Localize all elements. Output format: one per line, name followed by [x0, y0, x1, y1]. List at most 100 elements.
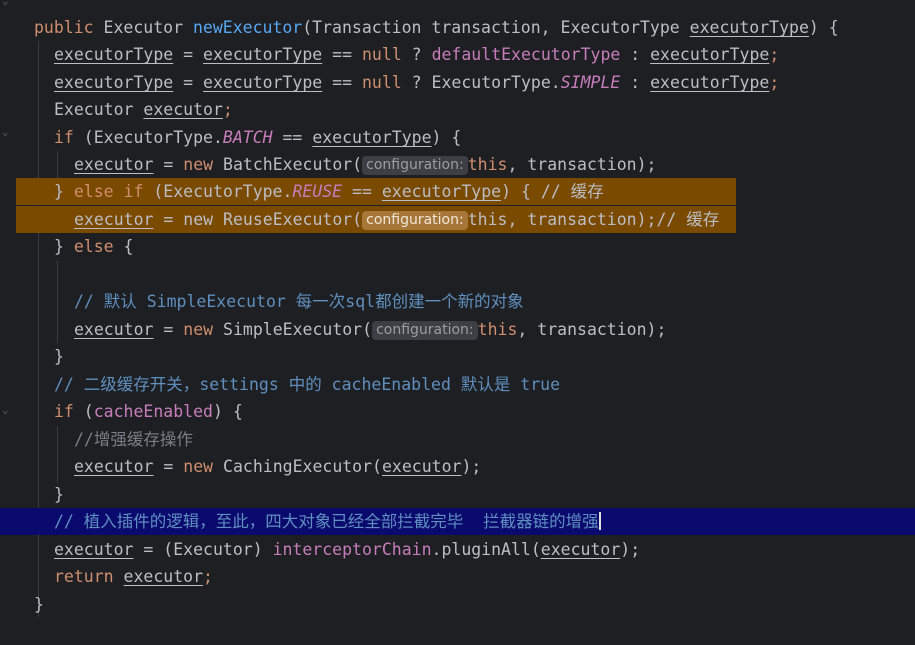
- parameter-hint: configuration:: [362, 211, 468, 230]
- code-text: ) {: [431, 128, 462, 147]
- variable: executorType: [650, 45, 770, 64]
- code-line-highlighted[interactable]: } else if (ExecutorType.REUSE == executo…: [0, 178, 915, 205]
- code-line[interactable]: executor = new BatchExecutor(configurati…: [0, 151, 915, 178]
- comment: 中的: [278, 375, 332, 394]
- keyword: if: [54, 402, 74, 421]
- code-line-highlighted[interactable]: executor = new ReuseExecutor(configurati…: [0, 206, 915, 233]
- comment: // 默认: [74, 292, 147, 311]
- comment: cacheEnabled: [331, 375, 451, 394]
- code-text: );: [620, 540, 641, 559]
- code-text: =: [153, 320, 184, 339]
- punct: ;: [769, 45, 780, 64]
- keyword: this: [477, 320, 518, 339]
- code-text: ==: [322, 45, 362, 64]
- variable: executor: [540, 540, 621, 559]
- text-cursor: [598, 512, 601, 530]
- code-text: .pluginAll(: [431, 540, 541, 559]
- code-line[interactable]: return executor;: [0, 563, 915, 590]
- keyword: new: [183, 320, 214, 339]
- code-line[interactable]: }: [0, 343, 915, 370]
- keyword: null: [362, 73, 402, 92]
- variable: executorType: [54, 73, 174, 92]
- code-text: , transaction);: [507, 210, 657, 229]
- variable: executor: [74, 155, 154, 174]
- comment: //增强缓存操作: [74, 430, 193, 449]
- comment: settings: [199, 375, 279, 394]
- variable: executor: [54, 540, 134, 559]
- code-line[interactable]: } else {: [0, 233, 915, 260]
- code-text: CachingExecutor(: [213, 457, 382, 476]
- code-text: =: [153, 210, 184, 229]
- keyword: if: [54, 128, 74, 147]
- code-line[interactable]: executor = (Executor) interceptorChain.p…: [0, 536, 915, 563]
- enum-constant: REUSE: [292, 182, 343, 201]
- comment: // 缓存: [540, 182, 604, 201]
- code-line[interactable]: executorType = executorType == null ? de…: [0, 41, 915, 68]
- keyword: return: [54, 567, 114, 586]
- keyword: this: [467, 210, 508, 229]
- code-text: ReuseExecutor(: [213, 210, 363, 229]
- keyword: null: [362, 45, 402, 64]
- variable: executor: [143, 100, 223, 119]
- code-text: ==: [342, 182, 382, 201]
- code-text: Executor: [103, 18, 184, 37]
- code-text: }: [54, 237, 74, 256]
- enum-constant: SIMPLE: [560, 73, 621, 92]
- comment: // 二级缓存开关，: [54, 375, 200, 394]
- keyword: else: [73, 237, 114, 256]
- code-text: SimpleExecutor(: [213, 320, 373, 339]
- code-text: , transaction);: [517, 320, 667, 339]
- code-line[interactable]: }: [0, 481, 915, 508]
- code-line[interactable]: executor = new SimpleExecutor(configurat…: [0, 316, 915, 343]
- code-text: (Transaction transaction, ExecutorType: [302, 18, 690, 37]
- code-text: }: [54, 485, 64, 504]
- comment: // 缓存: [656, 210, 720, 229]
- code-line[interactable]: if (cacheEnabled) {: [0, 398, 915, 425]
- comment: 默认是: [450, 375, 521, 394]
- punct: ;: [222, 100, 233, 119]
- code-text: =: [173, 45, 204, 64]
- code-line[interactable]: // 二级缓存开关，settings 中的 cacheEnabled 默认是 t…: [0, 371, 915, 398]
- code-text: ) {: [808, 18, 839, 37]
- code-line[interactable]: executorType = executorType == null ? Ex…: [0, 69, 915, 96]
- variable: executorType: [381, 182, 502, 201]
- code-line[interactable]: // 默认 SimpleExecutor 每一次sql都创建一个新的对象: [0, 288, 915, 315]
- field: interceptorChain: [272, 540, 432, 559]
- code-text: :: [620, 73, 651, 92]
- keyword: new: [183, 210, 214, 229]
- code-text: , transaction);: [507, 155, 657, 174]
- variable: executor: [123, 567, 204, 586]
- code-text: );: [461, 457, 482, 476]
- code-line[interactable]: public Executor newExecutor(Transaction …: [0, 14, 915, 41]
- code-line[interactable]: Executor executor;: [0, 96, 915, 123]
- keyword: else if: [73, 182, 144, 201]
- code-text: =: [173, 73, 204, 92]
- keyword: this: [467, 155, 508, 174]
- code-text: ==: [272, 128, 313, 147]
- variable: executorType: [54, 45, 174, 64]
- variable: executorType: [203, 73, 323, 92]
- field: cacheEnabled: [93, 402, 213, 421]
- parameter: executorType: [689, 18, 809, 37]
- code-text: :: [620, 45, 651, 64]
- fold-marker-icon[interactable]: ⌄: [2, 0, 9, 7]
- variable: executor: [74, 210, 154, 229]
- code-line[interactable]: //增强缓存操作: [0, 426, 915, 453]
- code-line-current[interactable]: // 植入插件的逻辑，至此，四大对象已经全部拦截完毕 拦截器链的增强: [0, 508, 915, 535]
- code-text: ?: [401, 45, 432, 64]
- code-line[interactable]: }: [0, 591, 915, 618]
- code-line[interactable]: executor = new CachingExecutor(executor)…: [0, 453, 915, 480]
- code-text: BatchExecutor(: [213, 155, 363, 174]
- keyword: new: [183, 155, 214, 174]
- punct: ;: [769, 73, 780, 92]
- enum-constant: BATCH: [222, 128, 273, 147]
- code-text: =: [153, 457, 184, 476]
- comment: // 植入插件的逻辑，至此，四大对象已经全部拦截完毕 拦截器链的增强: [54, 512, 599, 531]
- code-line[interactable]: if (ExecutorType.BATCH == executorType) …: [0, 124, 915, 151]
- method-name: newExecutor: [192, 18, 303, 37]
- variable: executor: [74, 457, 154, 476]
- field: defaultExecutorType: [431, 45, 621, 64]
